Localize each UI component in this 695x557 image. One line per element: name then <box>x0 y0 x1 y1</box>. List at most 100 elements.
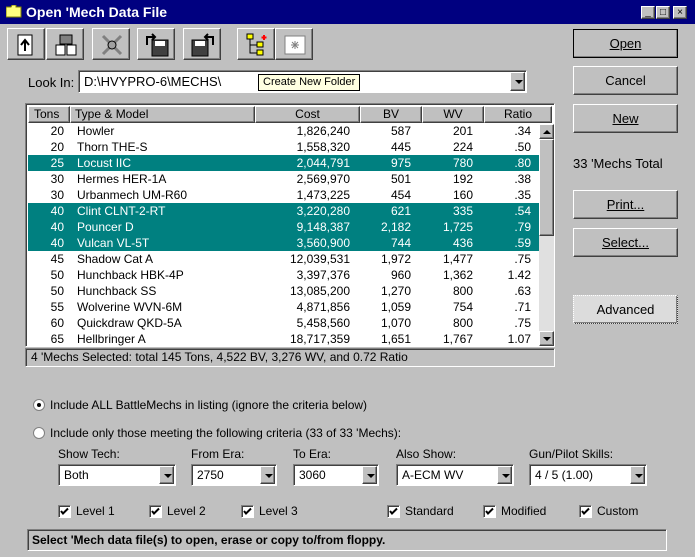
table-row[interactable]: 30 Urbanmech UM-R60 1,473,225 454 160 .35 <box>28 187 539 203</box>
show-tech-dropdown-button[interactable] <box>159 466 174 484</box>
column-header-cost[interactable]: Cost <box>255 106 360 123</box>
cell-cost: 4,871,856 <box>296 300 350 314</box>
include-some-radio[interactable] <box>33 427 45 439</box>
also-show-label: Also Show: <box>396 447 457 461</box>
from-era-label: From Era: <box>191 447 245 461</box>
table-row[interactable]: 40 Clint CLNT-2-RT 3,220,280 621 335 .54 <box>28 203 539 219</box>
table-row[interactable]: 20 Howler 1,826,240 587 201 .34 <box>28 124 539 139</box>
column-header-wv[interactable]: WV <box>422 106 484 123</box>
lookin-dropdown-button[interactable] <box>510 72 525 91</box>
cell-bv: 445 <box>390 140 411 154</box>
table-row[interactable]: 60 Quickdraw QKD-5A 5,458,560 1,070 800 .75 <box>28 315 539 331</box>
scroll-thumb[interactable] <box>539 139 554 236</box>
checkbox-label[interactable]: Modified <box>501 504 546 518</box>
from-era-dropdown-button[interactable] <box>260 466 275 484</box>
column-header-model[interactable]: Type & Model <box>70 106 255 123</box>
chevron-down-icon <box>502 474 510 478</box>
also-show-select[interactable]: A-ECM WV <box>396 464 514 486</box>
table-row[interactable]: 40 Pouncer D 9,148,387 2,182 1,725 .79 <box>28 219 539 235</box>
column-header-bv[interactable]: BV <box>360 106 422 123</box>
cell-ratio: .59 <box>514 236 531 250</box>
minimize-button[interactable]: _ <box>641 6 655 19</box>
cell-model: Quickdraw QKD-5A <box>77 316 182 330</box>
cell-ratio: 1.07 <box>507 332 531 346</box>
select-button[interactable]: Select... <box>573 228 678 257</box>
checkbox-label[interactable]: Standard <box>405 504 454 518</box>
column-header-ratio[interactable]: Ratio <box>484 106 552 123</box>
cell-wv: 800 <box>452 316 473 330</box>
tree-view-button[interactable] <box>237 28 275 60</box>
title-bar: Open 'Mech Data File _ □ × <box>0 0 695 24</box>
table-row[interactable]: 50 Hunchback SS 13,085,200 1,270 800 .63 <box>28 283 539 299</box>
tooltip: Create New Folder <box>258 74 361 91</box>
also-show-value: A-ECM WV <box>402 468 464 482</box>
table-row[interactable]: 40 Vulcan VL-5T 3,560,900 744 436 .59 <box>28 235 539 251</box>
maximize-button[interactable]: □ <box>656 6 670 19</box>
checkbox-level-3[interactable] <box>241 505 254 518</box>
copy-to-floppy-button[interactable] <box>137 28 175 60</box>
checkbox-label[interactable]: Level 2 <box>167 504 206 518</box>
print-button[interactable]: Print... <box>573 190 678 219</box>
checkbox-modified[interactable] <box>483 505 496 518</box>
gun-pilot-skills-select[interactable]: 4 / 5 (1.00) <box>529 464 647 486</box>
to-era-dropdown-button[interactable] <box>362 466 377 484</box>
cell-ratio: .34 <box>514 124 531 138</box>
vertical-scrollbar[interactable] <box>539 124 554 346</box>
scroll-down-button[interactable] <box>539 331 554 346</box>
destroy-button[interactable] <box>92 28 130 60</box>
scroll-up-button[interactable] <box>539 124 554 139</box>
open-file-icon <box>17 34 33 56</box>
list-rows: 20 Howler 1,826,240 587 201 .34 20 Thorn THE-S 1… <box>28 124 539 346</box>
checkbox-level-1[interactable] <box>58 505 71 518</box>
table-row[interactable]: 20 Thorn THE-S 1,558,320 445 224 .50 <box>28 139 539 155</box>
cell-tons: 50 <box>50 268 64 282</box>
chevron-down-icon <box>164 474 172 478</box>
cell-model: Hellbringer A <box>77 332 146 346</box>
table-row[interactable]: 30 Hermes HER-1A 2,569,970 501 192 .38 <box>28 171 539 187</box>
table-row[interactable]: 45 Shadow Cat A 12,039,531 1,972 1,477 .75 <box>28 251 539 267</box>
open-file-button[interactable] <box>7 28 45 60</box>
cell-cost: 9,148,387 <box>296 220 350 234</box>
compare-button[interactable] <box>46 28 84 60</box>
gun-pilot-skills-dropdown-button[interactable] <box>630 466 645 484</box>
also-show-dropdown-button[interactable] <box>497 466 512 484</box>
cell-cost: 3,220,280 <box>296 204 350 218</box>
table-row[interactable]: 65 Hellbringer A 18,717,359 1,651 1,767 1.07 <box>28 331 539 346</box>
include-some-label[interactable]: Include only those meeting the following… <box>50 426 401 440</box>
cell-wv: 335 <box>452 204 473 218</box>
table-row[interactable]: 25 Locust IIC 2,044,791 975 780 .80 <box>28 155 539 171</box>
new-folder-button[interactable] <box>275 28 313 60</box>
copy-from-floppy-button[interactable] <box>183 28 221 60</box>
include-all-radio[interactable] <box>33 399 45 411</box>
open-button[interactable]: Open <box>573 29 678 58</box>
cell-bv: 454 <box>390 188 411 202</box>
mech-list[interactable]: Tons Type & Model Cost BV WV Ratio 20 How… <box>25 103 555 347</box>
show-tech-select[interactable]: Both <box>58 464 176 486</box>
checkmark-icon <box>581 507 590 515</box>
cell-model: Urbanmech UM-R60 <box>77 188 188 202</box>
cell-bv: 1,651 <box>380 332 411 346</box>
table-row[interactable]: 55 Wolverine WVN-6M 4,871,856 1,059 754 .71 <box>28 299 539 315</box>
cell-wv: 436 <box>452 236 473 250</box>
from-era-select[interactable]: 2750 <box>191 464 277 486</box>
column-header-tons[interactable]: Tons <box>28 106 70 123</box>
include-all-label[interactable]: Include ALL BattleMechs in listing (igno… <box>50 398 367 412</box>
selection-summary: 4 'Mechs Selected: total 145 Tons, 4,522… <box>25 348 555 367</box>
checkbox-custom[interactable] <box>579 505 592 518</box>
checkbox-standard[interactable] <box>387 505 400 518</box>
cell-wv: 201 <box>452 124 473 138</box>
table-row[interactable]: 50 Hunchback HBK-4P 3,397,376 960 1,362 1.42 <box>28 267 539 283</box>
advanced-button[interactable]: Advanced <box>573 295 678 324</box>
cell-wv: 1,767 <box>442 332 473 346</box>
cell-bv: 1,070 <box>380 316 411 330</box>
cell-ratio: .75 <box>514 316 531 330</box>
to-era-select[interactable]: 3060 <box>293 464 379 486</box>
checkbox-label[interactable]: Level 3 <box>259 504 298 518</box>
close-button[interactable]: × <box>673 6 687 19</box>
checkbox-label[interactable]: Custom <box>597 504 638 518</box>
cell-wv: 1,725 <box>442 220 473 234</box>
cancel-button[interactable]: Cancel <box>573 66 678 95</box>
checkbox-level-2[interactable] <box>149 505 162 518</box>
new-button[interactable]: New <box>573 104 678 133</box>
checkbox-label[interactable]: Level 1 <box>76 504 115 518</box>
